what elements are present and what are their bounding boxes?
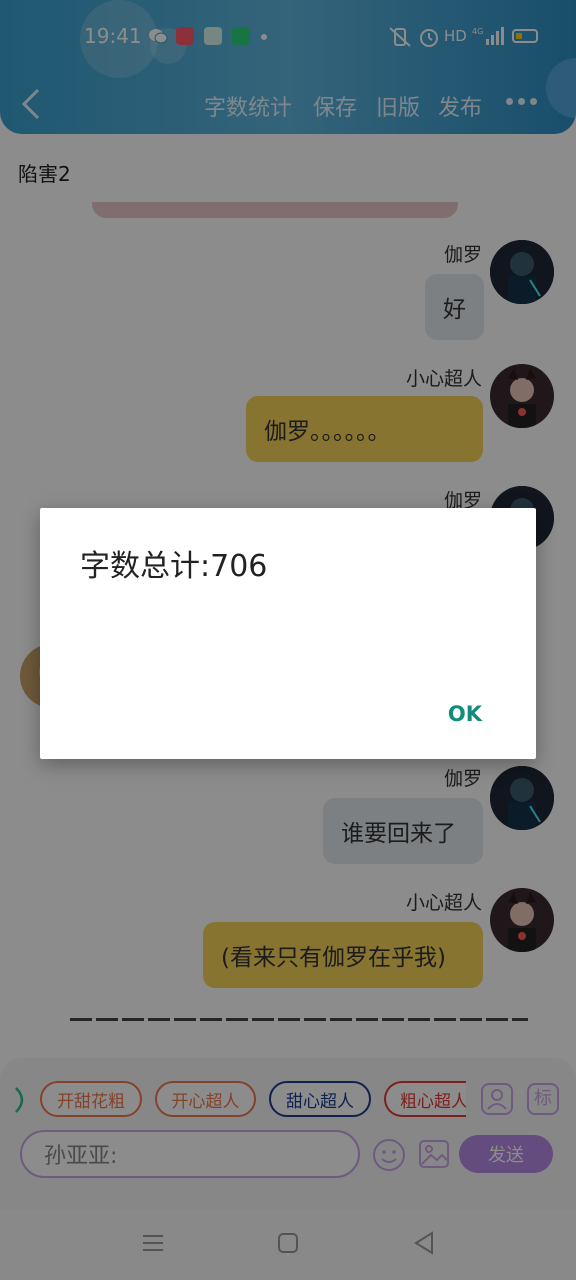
dialog-message: 字数总计:706 <box>80 549 268 584</box>
word-count-dialog: 字数总计:706 OK <box>40 508 536 759</box>
dialog-ok-button[interactable]: OK <box>448 702 482 726</box>
